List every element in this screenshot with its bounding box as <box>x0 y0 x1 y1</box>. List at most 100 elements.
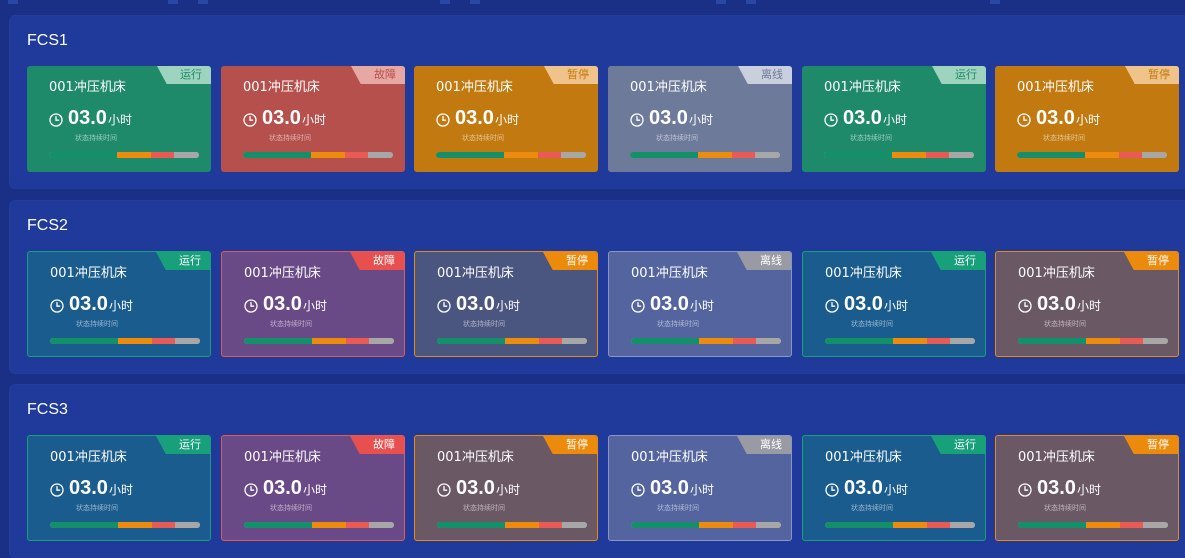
duration-unit: 小时 <box>882 113 907 127</box>
duration-value: 03.0小时 <box>844 293 908 316</box>
status-progress-bar <box>437 338 587 344</box>
bar-segment-pause <box>891 152 926 158</box>
machine-card[interactable]: 001冲压机床 暂停 03.0小时 状态持续时间 <box>995 251 1179 357</box>
machine-card[interactable]: 001冲压机床 运行 03.0小时 状态持续时间 <box>802 435 986 541</box>
duration-number: 03.0 <box>263 477 302 499</box>
bar-segment-offline <box>1142 522 1168 528</box>
top-tick <box>8 0 18 4</box>
machine-card[interactable]: 001冲压机床 暂停 03.0小时 状态持续时间 <box>414 435 598 541</box>
bar-segment-offline <box>1141 152 1167 158</box>
machine-name: 001冲压机床 <box>824 80 901 95</box>
bar-segment-offline <box>755 522 781 528</box>
machine-card[interactable]: 001冲压机床 运行 03.0小时 状态持续时间 <box>27 66 211 172</box>
status-badge: 故障 <box>351 66 405 84</box>
status-badge: 暂停 <box>544 66 598 84</box>
machine-card[interactable]: 001冲压机床 暂停 03.0小时 状态持续时间 <box>995 435 1179 541</box>
bar-segment-offline <box>1142 338 1168 344</box>
duration-caption: 状态持续时间 <box>851 504 893 512</box>
status-progress-bar <box>49 152 199 158</box>
machine-card[interactable]: 001冲压机床 离线 03.0小时 状态持续时间 <box>608 435 792 541</box>
machine-card[interactable]: 001冲压机床 暂停 03.0小时 状态持续时间 <box>414 251 598 357</box>
duration-caption: 状态持续时间 <box>657 504 699 512</box>
machine-card[interactable]: 001冲压机床 离线 03.0小时 状态持续时间 <box>608 66 792 172</box>
duration-caption: 状态持续时间 <box>76 320 118 328</box>
bar-segment-run <box>243 152 311 158</box>
duration-unit: 小时 <box>883 299 908 313</box>
clock-icon <box>1018 299 1032 313</box>
duration-number: 03.0 <box>843 107 882 129</box>
machine-name: 001冲压机床 <box>631 266 708 281</box>
duration-number: 03.0 <box>456 477 495 499</box>
bar-segment-pause <box>504 522 539 528</box>
top-tick <box>198 0 208 4</box>
bar-segment-pause <box>1084 152 1119 158</box>
bar-segment-fault <box>1120 522 1143 528</box>
machine-name: 001冲压机床 <box>244 266 321 281</box>
machine-name: 001冲压机床 <box>631 450 708 465</box>
clock-icon <box>50 299 64 313</box>
status-progress-bar <box>1018 522 1168 528</box>
group-title: FCS3 <box>27 401 68 418</box>
bar-segment-run <box>436 152 504 158</box>
status-progress-bar <box>244 522 394 528</box>
machine-card[interactable]: 001冲压机床 故障 03.0小时 状态持续时间 <box>221 435 405 541</box>
bar-segment-offline <box>561 522 587 528</box>
duration-number: 03.0 <box>263 293 302 315</box>
clock-icon <box>631 299 645 313</box>
machine-card[interactable]: 001冲压机床 暂停 03.0小时 状态持续时间 <box>995 66 1179 172</box>
bar-segment-offline <box>754 152 780 158</box>
bar-segment-pause <box>892 338 927 344</box>
status-progress-bar <box>436 152 586 158</box>
clock-icon <box>437 483 451 497</box>
duration-value: 03.0小时 <box>456 293 520 316</box>
machine-card[interactable]: 001冲压机床 运行 03.0小时 状态持续时间 <box>802 251 986 357</box>
bar-segment-pause <box>698 338 733 344</box>
clock-icon <box>631 483 645 497</box>
clock-icon <box>1018 483 1032 497</box>
machine-card[interactable]: 001冲压机床 运行 03.0小时 状态持续时间 <box>802 66 986 172</box>
machine-card[interactable]: 001冲压机床 故障 03.0小时 状态持续时间 <box>221 251 405 357</box>
duration-number: 03.0 <box>1037 477 1076 499</box>
status-progress-bar <box>50 338 200 344</box>
clock-icon <box>824 113 838 127</box>
machine-card[interactable]: 001冲压机床 离线 03.0小时 状态持续时间 <box>608 251 792 357</box>
machine-card[interactable]: 001冲压机床 运行 03.0小时 状态持续时间 <box>27 435 211 541</box>
bar-segment-offline <box>368 338 394 344</box>
machine-name: 001冲压机床 <box>630 80 707 95</box>
bar-segment-fault <box>539 338 562 344</box>
bar-segment-run <box>50 522 118 528</box>
bar-segment-offline <box>948 152 974 158</box>
bar-segment-run <box>1018 338 1086 344</box>
duration-unit: 小时 <box>883 483 908 497</box>
machine-name: 001冲压机床 <box>825 450 902 465</box>
bar-segment-offline <box>561 338 587 344</box>
bar-segment-run <box>437 522 505 528</box>
clock-icon <box>49 113 63 127</box>
bar-segment-run <box>1018 522 1086 528</box>
machine-name: 001冲压机床 <box>243 80 320 95</box>
bar-segment-pause <box>1085 522 1120 528</box>
clock-icon <box>437 299 451 313</box>
duration-caption: 状态持续时间 <box>656 134 698 142</box>
duration-number: 03.0 <box>844 477 883 499</box>
top-tick <box>716 0 726 4</box>
bar-segment-run <box>825 338 893 344</box>
status-progress-bar <box>437 522 587 528</box>
duration-caption: 状态持续时间 <box>1044 504 1086 512</box>
machine-card[interactable]: 001冲压机床 暂停 03.0小时 状态持续时间 <box>414 66 598 172</box>
duration-value: 03.0小时 <box>649 107 713 130</box>
status-badge: 运行 <box>931 252 985 270</box>
bar-segment-fault <box>152 522 175 528</box>
duration-value: 03.0小时 <box>456 477 520 500</box>
bar-segment-offline <box>173 152 199 158</box>
duration-caption: 状态持续时间 <box>463 504 505 512</box>
bar-segment-run <box>631 338 699 344</box>
machine-card[interactable]: 001冲压机床 运行 03.0小时 状态持续时间 <box>27 251 211 357</box>
duration-number: 03.0 <box>69 293 108 315</box>
machine-card[interactable]: 001冲压机床 故障 03.0小时 状态持续时间 <box>221 66 405 172</box>
duration-caption: 状态持续时间 <box>462 134 504 142</box>
duration-value: 03.0小时 <box>1037 293 1101 316</box>
duration-value: 03.0小时 <box>843 107 907 130</box>
bar-segment-fault <box>538 152 561 158</box>
bar-segment-run <box>50 338 118 344</box>
